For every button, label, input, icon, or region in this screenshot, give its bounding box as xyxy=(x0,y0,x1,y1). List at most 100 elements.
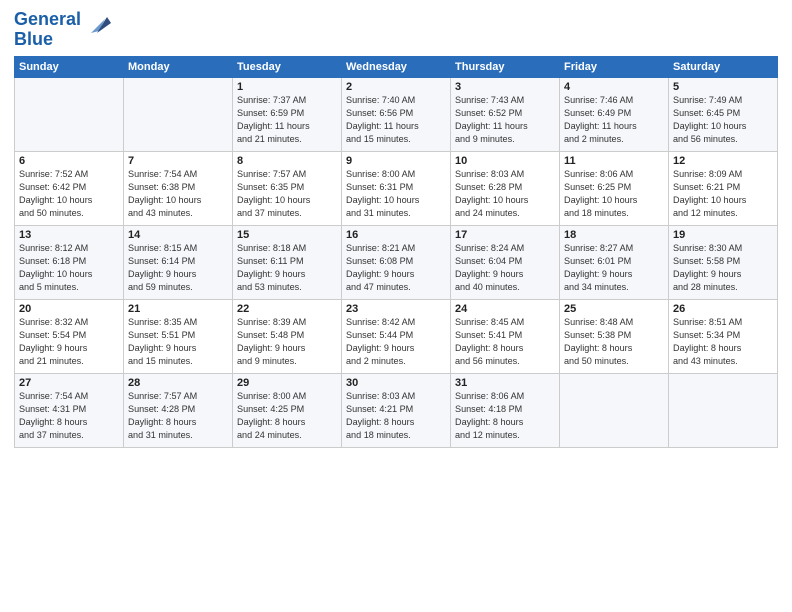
calendar-week-row: 6Sunrise: 7:52 AM Sunset: 6:42 PM Daylig… xyxy=(15,151,778,225)
day-number: 17 xyxy=(455,229,555,241)
weekday-header-wednesday: Wednesday xyxy=(342,56,451,77)
day-number: 26 xyxy=(673,303,773,315)
calendar-cell: 3Sunrise: 7:43 AM Sunset: 6:52 PM Daylig… xyxy=(451,77,560,151)
weekday-header-friday: Friday xyxy=(560,56,669,77)
day-info: Sunrise: 8:21 AM Sunset: 6:08 PM Dayligh… xyxy=(346,242,446,295)
calendar-week-row: 1Sunrise: 7:37 AM Sunset: 6:59 PM Daylig… xyxy=(15,77,778,151)
day-number: 15 xyxy=(237,229,337,241)
calendar-cell: 8Sunrise: 7:57 AM Sunset: 6:35 PM Daylig… xyxy=(233,151,342,225)
day-number: 16 xyxy=(346,229,446,241)
day-info: Sunrise: 8:35 AM Sunset: 5:51 PM Dayligh… xyxy=(128,316,228,369)
calendar-week-row: 20Sunrise: 8:32 AM Sunset: 5:54 PM Dayli… xyxy=(15,299,778,373)
calendar-cell: 11Sunrise: 8:06 AM Sunset: 6:25 PM Dayli… xyxy=(560,151,669,225)
day-info: Sunrise: 8:32 AM Sunset: 5:54 PM Dayligh… xyxy=(19,316,119,369)
calendar-cell: 14Sunrise: 8:15 AM Sunset: 6:14 PM Dayli… xyxy=(124,225,233,299)
calendar-cell: 31Sunrise: 8:06 AM Sunset: 4:18 PM Dayli… xyxy=(451,373,560,447)
day-number: 29 xyxy=(237,377,337,389)
calendar-cell: 17Sunrise: 8:24 AM Sunset: 6:04 PM Dayli… xyxy=(451,225,560,299)
day-info: Sunrise: 7:37 AM Sunset: 6:59 PM Dayligh… xyxy=(237,94,337,147)
day-info: Sunrise: 7:54 AM Sunset: 4:31 PM Dayligh… xyxy=(19,390,119,443)
day-number: 14 xyxy=(128,229,228,241)
day-info: Sunrise: 8:06 AM Sunset: 4:18 PM Dayligh… xyxy=(455,390,555,443)
day-info: Sunrise: 8:51 AM Sunset: 5:34 PM Dayligh… xyxy=(673,316,773,369)
day-info: Sunrise: 8:48 AM Sunset: 5:38 PM Dayligh… xyxy=(564,316,664,369)
day-number: 28 xyxy=(128,377,228,389)
weekday-header-tuesday: Tuesday xyxy=(233,56,342,77)
calendar-cell: 10Sunrise: 8:03 AM Sunset: 6:28 PM Dayli… xyxy=(451,151,560,225)
day-number: 21 xyxy=(128,303,228,315)
day-info: Sunrise: 8:03 AM Sunset: 6:28 PM Dayligh… xyxy=(455,168,555,221)
calendar-cell xyxy=(560,373,669,447)
page: General Blue SundayMondayTuesdayWednesda… xyxy=(0,0,792,458)
day-number: 12 xyxy=(673,155,773,167)
calendar-cell: 27Sunrise: 7:54 AM Sunset: 4:31 PM Dayli… xyxy=(15,373,124,447)
weekday-header-thursday: Thursday xyxy=(451,56,560,77)
day-number: 1 xyxy=(237,81,337,93)
calendar-cell: 22Sunrise: 8:39 AM Sunset: 5:48 PM Dayli… xyxy=(233,299,342,373)
day-number: 19 xyxy=(673,229,773,241)
calendar-cell: 26Sunrise: 8:51 AM Sunset: 5:34 PM Dayli… xyxy=(669,299,778,373)
day-info: Sunrise: 8:09 AM Sunset: 6:21 PM Dayligh… xyxy=(673,168,773,221)
calendar-cell: 15Sunrise: 8:18 AM Sunset: 6:11 PM Dayli… xyxy=(233,225,342,299)
day-number: 8 xyxy=(237,155,337,167)
calendar-cell: 19Sunrise: 8:30 AM Sunset: 5:58 PM Dayli… xyxy=(669,225,778,299)
day-info: Sunrise: 8:03 AM Sunset: 4:21 PM Dayligh… xyxy=(346,390,446,443)
day-number: 13 xyxy=(19,229,119,241)
day-info: Sunrise: 7:54 AM Sunset: 6:38 PM Dayligh… xyxy=(128,168,228,221)
day-number: 6 xyxy=(19,155,119,167)
day-info: Sunrise: 7:49 AM Sunset: 6:45 PM Dayligh… xyxy=(673,94,773,147)
header: General Blue xyxy=(14,10,778,50)
calendar-cell: 16Sunrise: 8:21 AM Sunset: 6:08 PM Dayli… xyxy=(342,225,451,299)
calendar-cell: 20Sunrise: 8:32 AM Sunset: 5:54 PM Dayli… xyxy=(15,299,124,373)
day-info: Sunrise: 8:30 AM Sunset: 5:58 PM Dayligh… xyxy=(673,242,773,295)
calendar-cell: 24Sunrise: 8:45 AM Sunset: 5:41 PM Dayli… xyxy=(451,299,560,373)
calendar-cell xyxy=(124,77,233,151)
calendar-cell: 12Sunrise: 8:09 AM Sunset: 6:21 PM Dayli… xyxy=(669,151,778,225)
logo-general: General xyxy=(14,9,81,29)
day-number: 2 xyxy=(346,81,446,93)
day-info: Sunrise: 8:18 AM Sunset: 6:11 PM Dayligh… xyxy=(237,242,337,295)
calendar-cell: 5Sunrise: 7:49 AM Sunset: 6:45 PM Daylig… xyxy=(669,77,778,151)
day-number: 10 xyxy=(455,155,555,167)
calendar-cell: 28Sunrise: 7:57 AM Sunset: 4:28 PM Dayli… xyxy=(124,373,233,447)
day-number: 18 xyxy=(564,229,664,241)
day-number: 20 xyxy=(19,303,119,315)
calendar-cell: 21Sunrise: 8:35 AM Sunset: 5:51 PM Dayli… xyxy=(124,299,233,373)
weekday-header-sunday: Sunday xyxy=(15,56,124,77)
day-number: 25 xyxy=(564,303,664,315)
calendar-cell: 4Sunrise: 7:46 AM Sunset: 6:49 PM Daylig… xyxy=(560,77,669,151)
logo-text: General Blue xyxy=(14,10,81,50)
day-number: 4 xyxy=(564,81,664,93)
day-info: Sunrise: 7:57 AM Sunset: 6:35 PM Dayligh… xyxy=(237,168,337,221)
day-info: Sunrise: 7:43 AM Sunset: 6:52 PM Dayligh… xyxy=(455,94,555,147)
day-number: 30 xyxy=(346,377,446,389)
day-info: Sunrise: 7:46 AM Sunset: 6:49 PM Dayligh… xyxy=(564,94,664,147)
weekday-header-saturday: Saturday xyxy=(669,56,778,77)
weekday-header-row: SundayMondayTuesdayWednesdayThursdayFrid… xyxy=(15,56,778,77)
day-info: Sunrise: 8:15 AM Sunset: 6:14 PM Dayligh… xyxy=(128,242,228,295)
logo-icon xyxy=(83,11,113,41)
day-info: Sunrise: 7:57 AM Sunset: 4:28 PM Dayligh… xyxy=(128,390,228,443)
day-number: 7 xyxy=(128,155,228,167)
day-number: 3 xyxy=(455,81,555,93)
calendar-cell: 6Sunrise: 7:52 AM Sunset: 6:42 PM Daylig… xyxy=(15,151,124,225)
calendar-cell: 25Sunrise: 8:48 AM Sunset: 5:38 PM Dayli… xyxy=(560,299,669,373)
calendar-cell: 1Sunrise: 7:37 AM Sunset: 6:59 PM Daylig… xyxy=(233,77,342,151)
calendar-week-row: 13Sunrise: 8:12 AM Sunset: 6:18 PM Dayli… xyxy=(15,225,778,299)
calendar-cell: 2Sunrise: 7:40 AM Sunset: 6:56 PM Daylig… xyxy=(342,77,451,151)
day-info: Sunrise: 7:52 AM Sunset: 6:42 PM Dayligh… xyxy=(19,168,119,221)
day-number: 24 xyxy=(455,303,555,315)
day-info: Sunrise: 8:00 AM Sunset: 4:25 PM Dayligh… xyxy=(237,390,337,443)
calendar-cell: 18Sunrise: 8:27 AM Sunset: 6:01 PM Dayli… xyxy=(560,225,669,299)
calendar-week-row: 27Sunrise: 7:54 AM Sunset: 4:31 PM Dayli… xyxy=(15,373,778,447)
day-info: Sunrise: 8:12 AM Sunset: 6:18 PM Dayligh… xyxy=(19,242,119,295)
calendar-table: SundayMondayTuesdayWednesdayThursdayFrid… xyxy=(14,56,778,448)
calendar-cell: 7Sunrise: 7:54 AM Sunset: 6:38 PM Daylig… xyxy=(124,151,233,225)
day-number: 5 xyxy=(673,81,773,93)
calendar-cell xyxy=(15,77,124,151)
day-info: Sunrise: 8:06 AM Sunset: 6:25 PM Dayligh… xyxy=(564,168,664,221)
day-info: Sunrise: 8:45 AM Sunset: 5:41 PM Dayligh… xyxy=(455,316,555,369)
day-number: 31 xyxy=(455,377,555,389)
calendar-cell xyxy=(669,373,778,447)
day-number: 23 xyxy=(346,303,446,315)
